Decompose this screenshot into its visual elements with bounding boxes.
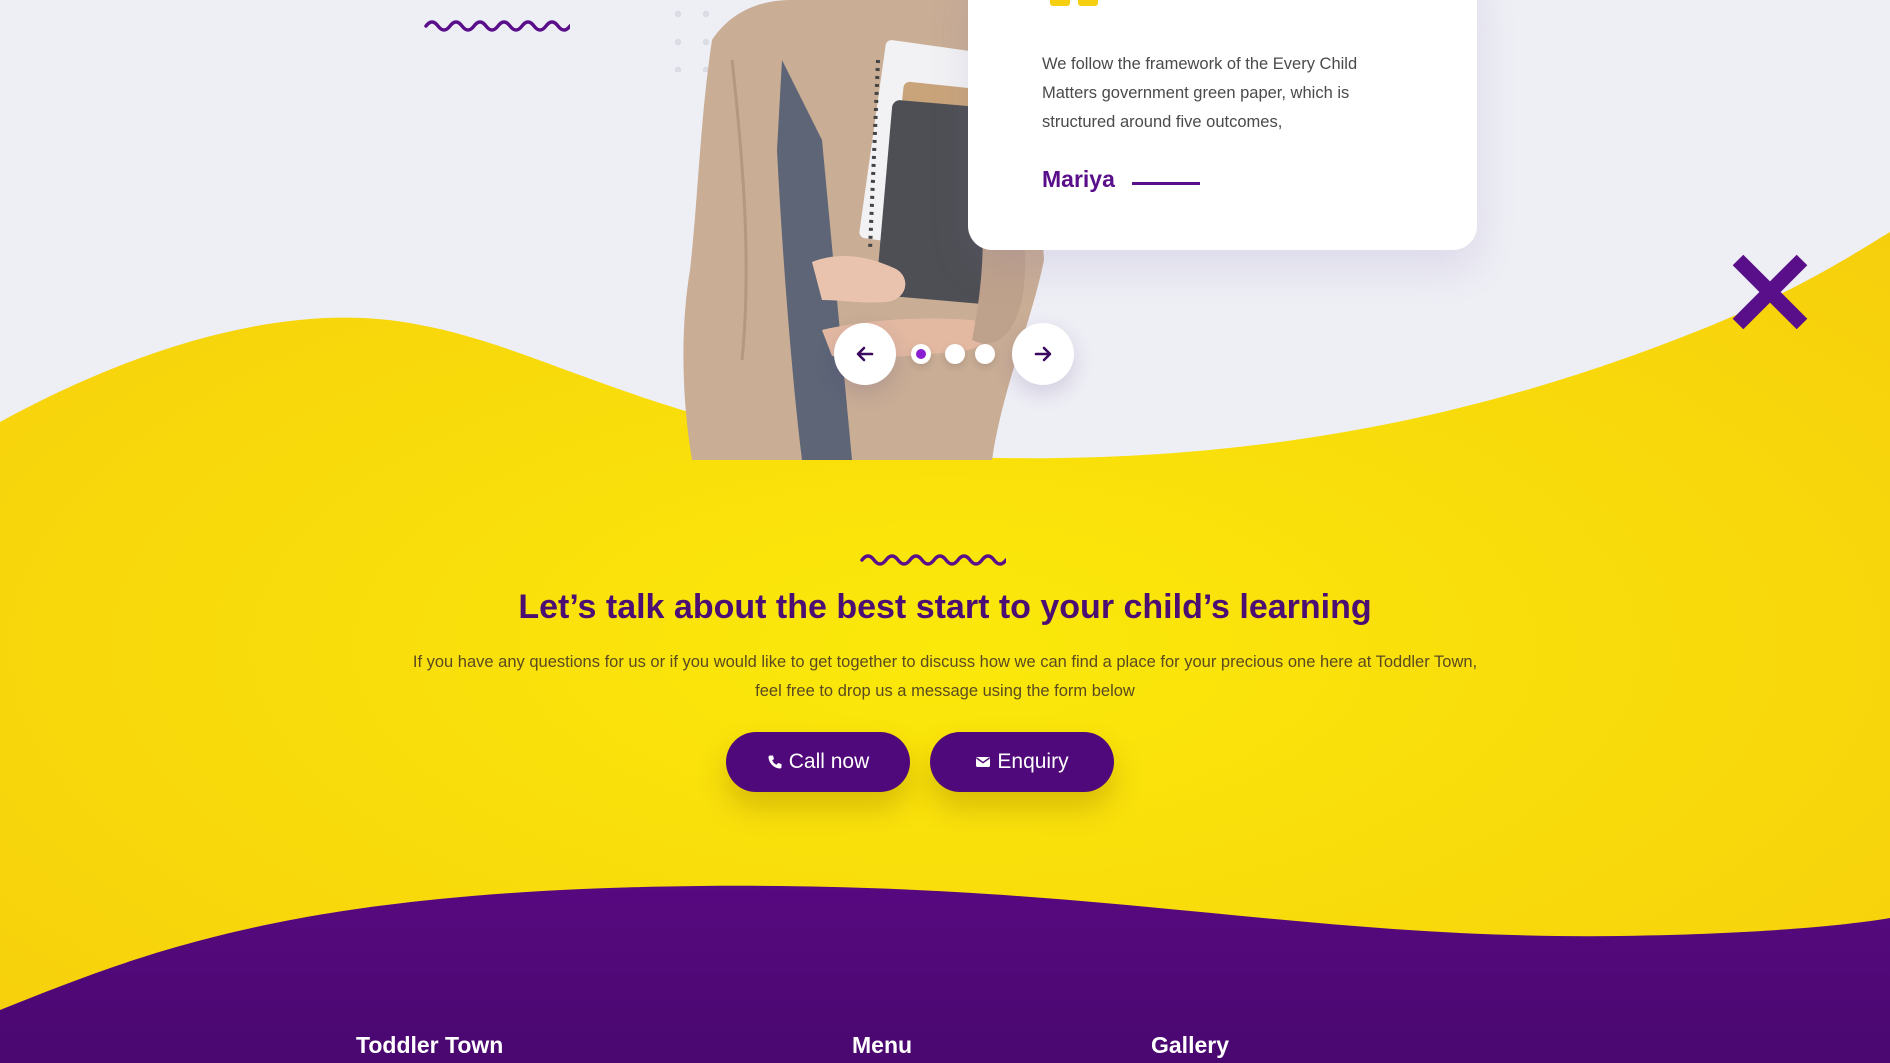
footer-title-menu: Menu	[852, 1032, 913, 1058]
carousel-next-button[interactable]	[1012, 323, 1074, 385]
footer-title-gallery: Gallery	[1151, 1032, 1229, 1058]
carousel-dot-2[interactable]	[945, 344, 965, 364]
phone-icon	[768, 755, 782, 769]
enquiry-button[interactable]: Enquiry	[930, 732, 1114, 792]
call-now-label: Call now	[788, 750, 870, 773]
cta-description: If you have any questions for us or if y…	[412, 653, 1478, 700]
author-underline	[1132, 182, 1200, 185]
cta-headline: Let’s talk about the best start to your …	[518, 588, 1372, 626]
x-decoration-icon	[1732, 254, 1808, 330]
enquiry-label: Enquiry	[997, 750, 1069, 773]
envelope-icon	[976, 757, 991, 767]
arrow-right-icon	[1034, 346, 1052, 362]
quote-icon	[1050, 0, 1098, 6]
carousel-dot-3[interactable]	[975, 344, 995, 364]
testimonial-text: We follow the framework of the Every Chi…	[1042, 55, 1358, 131]
squiggle-decoration	[860, 554, 1006, 566]
footer-title-toddler-town: Toddler Town	[356, 1032, 504, 1058]
carousel-prev-button[interactable]	[834, 323, 896, 385]
arrow-left-icon	[856, 346, 874, 362]
carousel-dot-1[interactable]	[911, 344, 931, 364]
call-now-button[interactable]: Call now	[726, 732, 910, 792]
testimonial-author: Mariya	[1042, 166, 1115, 192]
squiggle-decoration	[424, 20, 570, 32]
